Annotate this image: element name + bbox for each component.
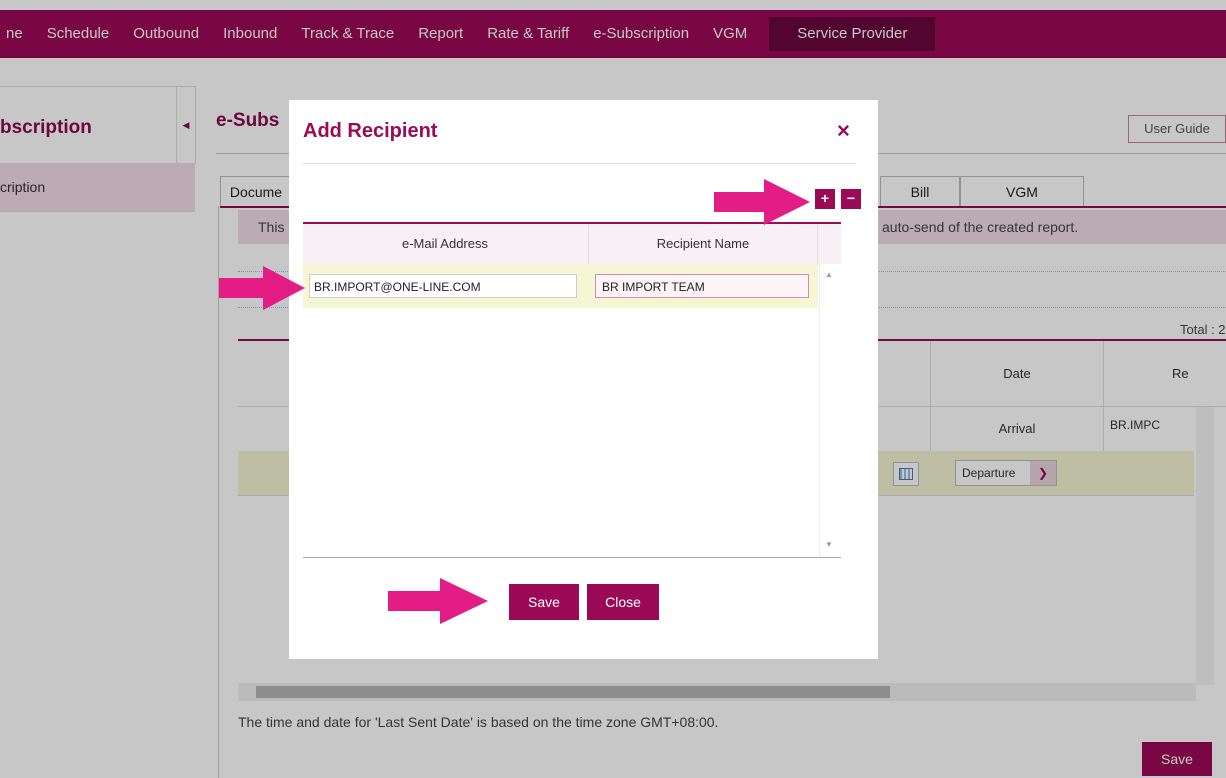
scroll-down-icon[interactable]: ▼ — [825, 540, 833, 549]
dialog-save-button[interactable]: Save — [509, 584, 579, 620]
dialog-close-button[interactable]: Close — [587, 584, 659, 620]
column-header-recipient-name: Recipient Name — [588, 224, 818, 264]
recipient-grid: e-Mail Address Recipient Name BR.IMPORT@… — [303, 224, 842, 558]
dialog-title-divider — [303, 163, 856, 164]
dialog-title: Add Recipient — [303, 120, 438, 142]
remove-row-button[interactable]: − — [841, 189, 861, 209]
recipient-name-field[interactable]: BR IMPORT TEAM — [595, 274, 809, 298]
vertical-scrollbar[interactable] — [819, 264, 842, 557]
recipient-row[interactable]: BR.IMPORT@ONE-LINE.COM BR IMPORT TEAM — [303, 264, 818, 308]
column-header-email: e-Mail Address — [402, 236, 488, 251]
annotation-arrow-icon — [714, 179, 810, 225]
close-icon[interactable]: × — [837, 118, 850, 144]
annotation-arrow-icon — [219, 266, 305, 310]
add-row-button[interactable]: + — [815, 189, 835, 209]
grid-header: e-Mail Address Recipient Name — [303, 224, 841, 265]
annotation-arrow-icon — [388, 578, 488, 624]
scroll-up-icon[interactable]: ▲ — [825, 270, 833, 279]
email-field[interactable]: BR.IMPORT@ONE-LINE.COM — [309, 274, 577, 298]
